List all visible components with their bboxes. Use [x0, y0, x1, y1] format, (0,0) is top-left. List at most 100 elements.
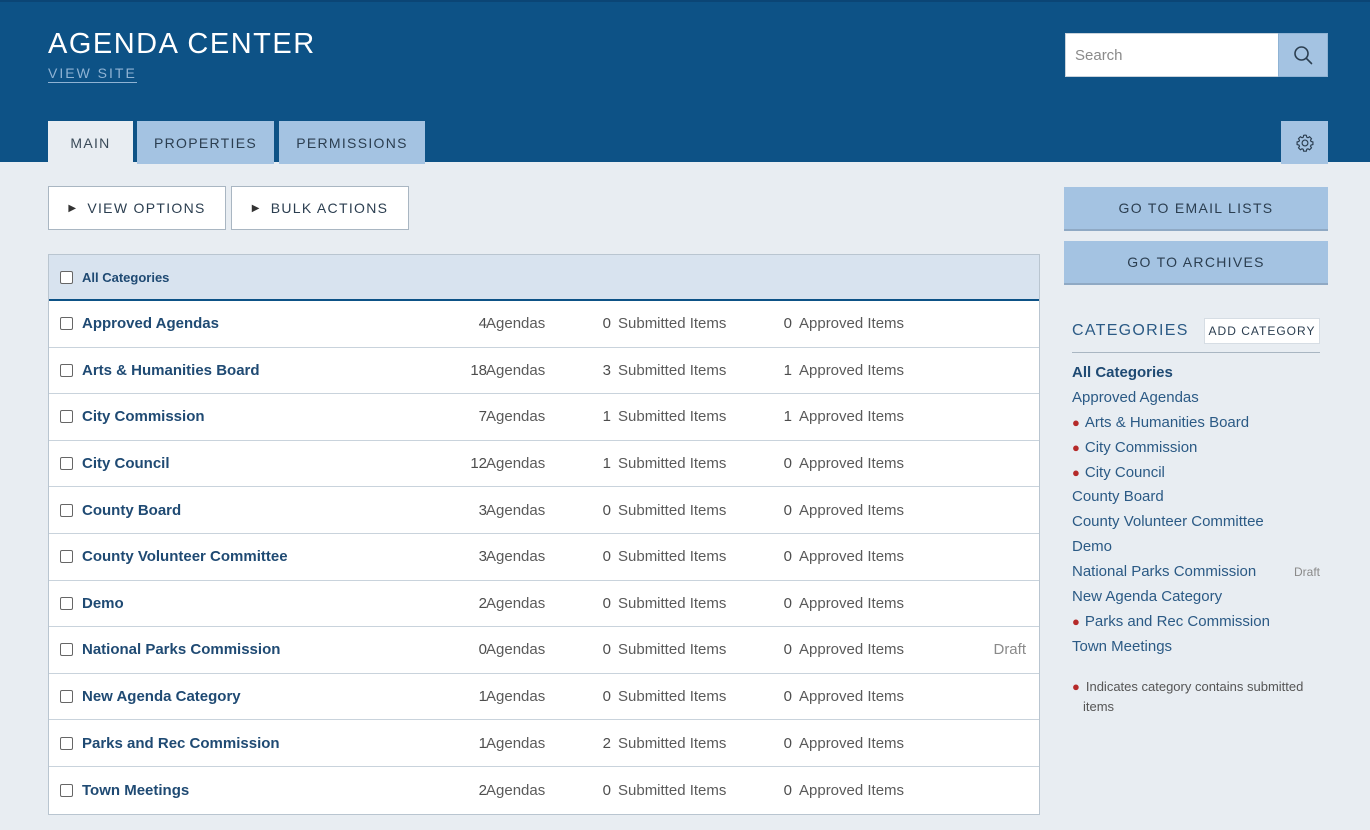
- table-row: Approved Agendas 4 Agendas 0 Submitted Items…: [49, 301, 1039, 348]
- agendas-label: Agendas: [486, 455, 546, 473]
- agendas-count: 1: [478, 734, 487, 752]
- row-checkbox[interactable]: [60, 317, 73, 331]
- approved-label: Approved Items: [799, 688, 905, 706]
- agendas-label: Agendas: [486, 594, 546, 612]
- row-checkbox[interactable]: [60, 736, 73, 750]
- bullet-icon: ●: [1072, 414, 1080, 430]
- sidebar-category-label: New Agenda Category: [1072, 588, 1223, 606]
- category-name-link[interactable]: County Volunteer Committee: [82, 548, 288, 565]
- submitted-label: Submitted Items: [618, 548, 727, 566]
- view-options-button[interactable]: ▶ VIEW OPTIONS: [48, 186, 226, 230]
- category-name-link[interactable]: National Parks Commission: [82, 641, 280, 658]
- sidebar-category-label: County Volunteer Committee: [1072, 513, 1264, 531]
- agendas-count: 4: [478, 315, 487, 333]
- category-name-link[interactable]: City Council: [82, 455, 170, 472]
- sidebar-category-item[interactable]: New Agenda Category: [1072, 585, 1320, 610]
- category-name-link[interactable]: Approved Agendas: [82, 315, 219, 332]
- approved-label: Approved Items: [799, 548, 905, 566]
- row-checkbox[interactable]: [60, 690, 73, 704]
- tab-permissions[interactable]: PERMISSIONS: [279, 121, 425, 164]
- row-checkbox[interactable]: [60, 643, 73, 657]
- category-name-link[interactable]: New Agenda Category: [82, 688, 241, 705]
- header-bar: AGENDA CENTER VIEW SITE MAIN PROPERTIES …: [0, 0, 1370, 164]
- triangle-right-icon: ▶: [68, 202, 78, 214]
- sidebar-category-item[interactable]: ● City Council: [1072, 461, 1320, 486]
- sidebar-category-item[interactable]: County Volunteer Committee: [1072, 510, 1320, 535]
- submitted-count: 0: [602, 594, 611, 612]
- approved-label: Approved Items: [799, 501, 905, 519]
- agendas-label: Agendas: [486, 688, 546, 706]
- approved-count: 1: [783, 408, 792, 426]
- view-site-link[interactable]: VIEW SITE: [48, 65, 137, 83]
- approved-label: Approved Items: [799, 594, 905, 612]
- sidebar-category-item[interactable]: Demo: [1072, 535, 1320, 560]
- page-title: AGENDA CENTER: [48, 28, 316, 60]
- row-checkbox[interactable]: [60, 503, 73, 517]
- sidebar-category-item[interactable]: ● Parks and Rec Commission: [1072, 610, 1320, 635]
- category-name-link[interactable]: City Commission: [82, 408, 205, 425]
- bulk-actions-button[interactable]: ▶ BULK ACTIONS: [231, 186, 409, 230]
- agendas-count: 1: [478, 688, 487, 706]
- go-to-archives-button[interactable]: GO TO ARCHIVES: [1064, 241, 1328, 285]
- submitted-count: 0: [602, 688, 611, 706]
- category-name-link[interactable]: Arts & Humanities Board: [82, 362, 260, 379]
- sidebar-category-item[interactable]: National Parks Commission Draft: [1072, 560, 1320, 585]
- add-category-button[interactable]: ADD CATEGORY: [1204, 318, 1320, 344]
- sidebar-category-item[interactable]: Approved Agendas: [1072, 386, 1320, 411]
- submitted-count: 3: [602, 361, 611, 379]
- sidebar-category-item[interactable]: County Board: [1072, 485, 1320, 510]
- tab-properties[interactable]: PROPERTIES: [137, 121, 274, 164]
- gear-icon: [1296, 133, 1313, 152]
- row-checkbox[interactable]: [60, 550, 73, 564]
- category-name-link[interactable]: Town Meetings: [82, 782, 189, 799]
- submitted-count: 0: [602, 548, 611, 566]
- category-name-link[interactable]: County Board: [82, 502, 181, 519]
- sidebar-category-label: National Parks Commission: [1072, 563, 1257, 581]
- row-checkbox[interactable]: [60, 363, 73, 377]
- bullet-icon: ●: [1072, 679, 1080, 694]
- sidebar-category-label: City Commission: [1084, 438, 1198, 456]
- submitted-label: Submitted Items: [618, 408, 727, 426]
- row-checkbox[interactable]: [60, 783, 73, 797]
- category-name-link[interactable]: Parks and Rec Commission: [82, 735, 280, 752]
- row-checkbox[interactable]: [60, 457, 73, 471]
- approved-label: Approved Items: [799, 734, 905, 752]
- category-list: All Categories Approved Agendas ● Arts & Hu…: [1072, 361, 1320, 660]
- submitted-count: 1: [602, 408, 611, 426]
- view-options-label: VIEW OPTIONS: [87, 200, 206, 216]
- approved-label: Approved Items: [799, 361, 905, 379]
- row-checkbox[interactable]: [60, 596, 73, 610]
- table-row: City Commission 7 Agendas 1 Submitted Items 1…: [49, 394, 1039, 441]
- bulk-actions-label: BULK ACTIONS: [270, 200, 389, 216]
- agendas-count: 7: [478, 408, 487, 426]
- sidebar-category-label: Parks and Rec Commission: [1084, 612, 1270, 630]
- select-all-checkbox[interactable]: [60, 270, 73, 284]
- agendas-label: Agendas: [486, 501, 546, 519]
- table-header-label: All Categories: [82, 269, 170, 285]
- agendas-label: Agendas: [486, 408, 546, 426]
- go-to-email-lists-button[interactable]: GO TO EMAIL LISTS: [1064, 187, 1328, 231]
- approved-count: 0: [783, 548, 792, 566]
- approved-count: 0: [783, 734, 792, 752]
- category-name-link[interactable]: Demo: [82, 595, 124, 612]
- sidebar-category-item[interactable]: Town Meetings: [1072, 635, 1320, 660]
- approved-count: 0: [783, 501, 792, 519]
- submitted-label: Submitted Items: [618, 501, 727, 519]
- agendas-count: 3: [478, 548, 487, 566]
- sidebar-category-label: Demo: [1072, 538, 1113, 556]
- sidebar-category-label: County Board: [1072, 488, 1164, 506]
- table-row: National Parks Commission 0 Agendas 0 Submit…: [49, 627, 1039, 674]
- sidebar-category-item[interactable]: ● Arts & Humanities Board: [1072, 411, 1320, 436]
- bullet-icon: ●: [1072, 464, 1080, 480]
- table-row: New Agenda Category 1 Agendas 0 Submitted It…: [49, 674, 1039, 721]
- settings-button[interactable]: [1281, 121, 1328, 164]
- sidebar-category-item[interactable]: All Categories: [1072, 361, 1320, 386]
- submitted-label: Submitted Items: [618, 781, 727, 799]
- row-checkbox[interactable]: [60, 410, 73, 424]
- agendas-count: 18: [470, 361, 487, 379]
- search-button[interactable]: [1278, 33, 1328, 77]
- search-input[interactable]: [1065, 33, 1278, 77]
- tab-main[interactable]: MAIN: [48, 121, 133, 164]
- agendas-label: Agendas: [486, 781, 546, 799]
- sidebar-category-item[interactable]: ● City Commission: [1072, 436, 1320, 461]
